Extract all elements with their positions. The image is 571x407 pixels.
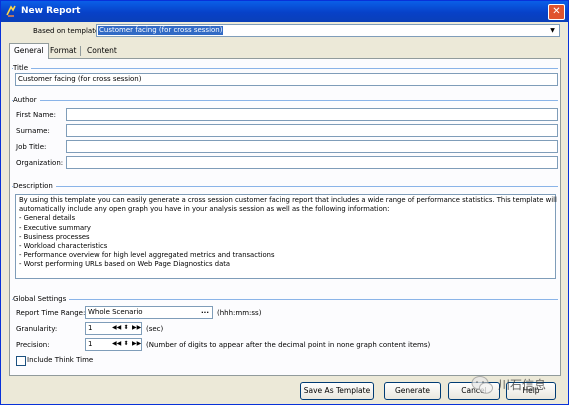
first-icon[interactable]: ◀◀: [112, 339, 121, 349]
first-icon[interactable]: ◀◀: [112, 323, 121, 333]
description-line: - Performance overview for high level ag…: [19, 251, 275, 260]
description-line: - Business processes: [19, 232, 90, 241]
app-icon: [6, 5, 16, 17]
time-range-field[interactable]: Whole Scenario ...: [85, 306, 213, 319]
generate-button[interactable]: Generate: [384, 382, 441, 400]
precision-note: (Number of digits to appear after the de…: [146, 341, 431, 349]
title-input[interactable]: Customer facing (for cross session): [15, 73, 558, 86]
close-button[interactable]: ✕: [548, 4, 565, 20]
spin-updown-icon[interactable]: ⬍: [122, 323, 130, 333]
tab-format[interactable]: Format: [46, 44, 80, 58]
watermark-text: 川石信息: [498, 378, 547, 392]
template-label: Based on template: [33, 27, 100, 35]
description-line: - Executive summary: [19, 223, 91, 232]
global-settings-label: Global Settings: [13, 295, 70, 303]
time-format-hint: (hhh:mm:ss): [217, 309, 262, 317]
description-line: automatically include any open graph you…: [19, 205, 390, 214]
precision-value: 1: [88, 340, 93, 348]
think-time-label: Include Think Time: [27, 356, 94, 364]
tab-general[interactable]: General: [9, 43, 49, 59]
title-group-label: Title: [13, 64, 32, 72]
job-title-label: Job Title:: [16, 143, 47, 151]
granularity-unit: (sec): [146, 325, 164, 333]
first-name-label: First Name:: [16, 111, 56, 119]
surname-label: Surname:: [16, 127, 50, 135]
granularity-value: 1: [88, 324, 93, 332]
granularity-label: Granularity:: [16, 325, 58, 333]
author-group-label: Author: [13, 96, 40, 104]
description-line: - Worst performing URLs based on Web Pag…: [19, 260, 231, 269]
author-group-line: [12, 100, 558, 101]
template-select-value: Customer facing (for cross session): [98, 26, 224, 35]
tab-separator: [80, 46, 81, 56]
spin-updown-icon[interactable]: ⬍: [122, 339, 130, 349]
window-title: New Report: [21, 6, 81, 16]
time-range-value: Whole Scenario: [88, 308, 143, 316]
tab-content[interactable]: Content: [83, 44, 121, 58]
job-title-field[interactable]: [66, 140, 558, 153]
surname-field[interactable]: [66, 124, 558, 137]
organization-field[interactable]: [66, 156, 558, 169]
description-group-label: Description: [13, 182, 56, 190]
first-name-field[interactable]: [66, 108, 558, 121]
title-bar[interactable]: New Report ✕: [1, 1, 568, 22]
description-line: - Workload characteristics: [19, 242, 108, 251]
think-time-checkbox[interactable]: [16, 356, 26, 366]
description-line: - General details: [19, 214, 76, 223]
description-line: By using this template you can easily ge…: [19, 196, 557, 204]
description-textarea[interactable]: By using this template you can easily ge…: [15, 194, 557, 279]
time-range-label: Report Time Range:: [16, 309, 86, 317]
description-group-line: [12, 186, 558, 187]
save-as-template-button[interactable]: Save As Template: [300, 382, 374, 400]
browse-button[interactable]: ...: [201, 307, 209, 317]
chevron-down-icon[interactable]: ▼: [547, 25, 558, 36]
template-select[interactable]: Customer facing (for cross session) ▼: [96, 24, 560, 37]
precision-label: Precision:: [16, 341, 50, 349]
organization-label: Organization:: [16, 159, 64, 167]
last-icon[interactable]: ▶▶: [132, 323, 141, 333]
last-icon[interactable]: ▶▶: [132, 339, 141, 349]
title-group-line: [12, 68, 558, 69]
watermark: 川石信息: [468, 368, 568, 402]
wechat-icon: [471, 376, 493, 394]
global-settings-line: [12, 299, 558, 300]
